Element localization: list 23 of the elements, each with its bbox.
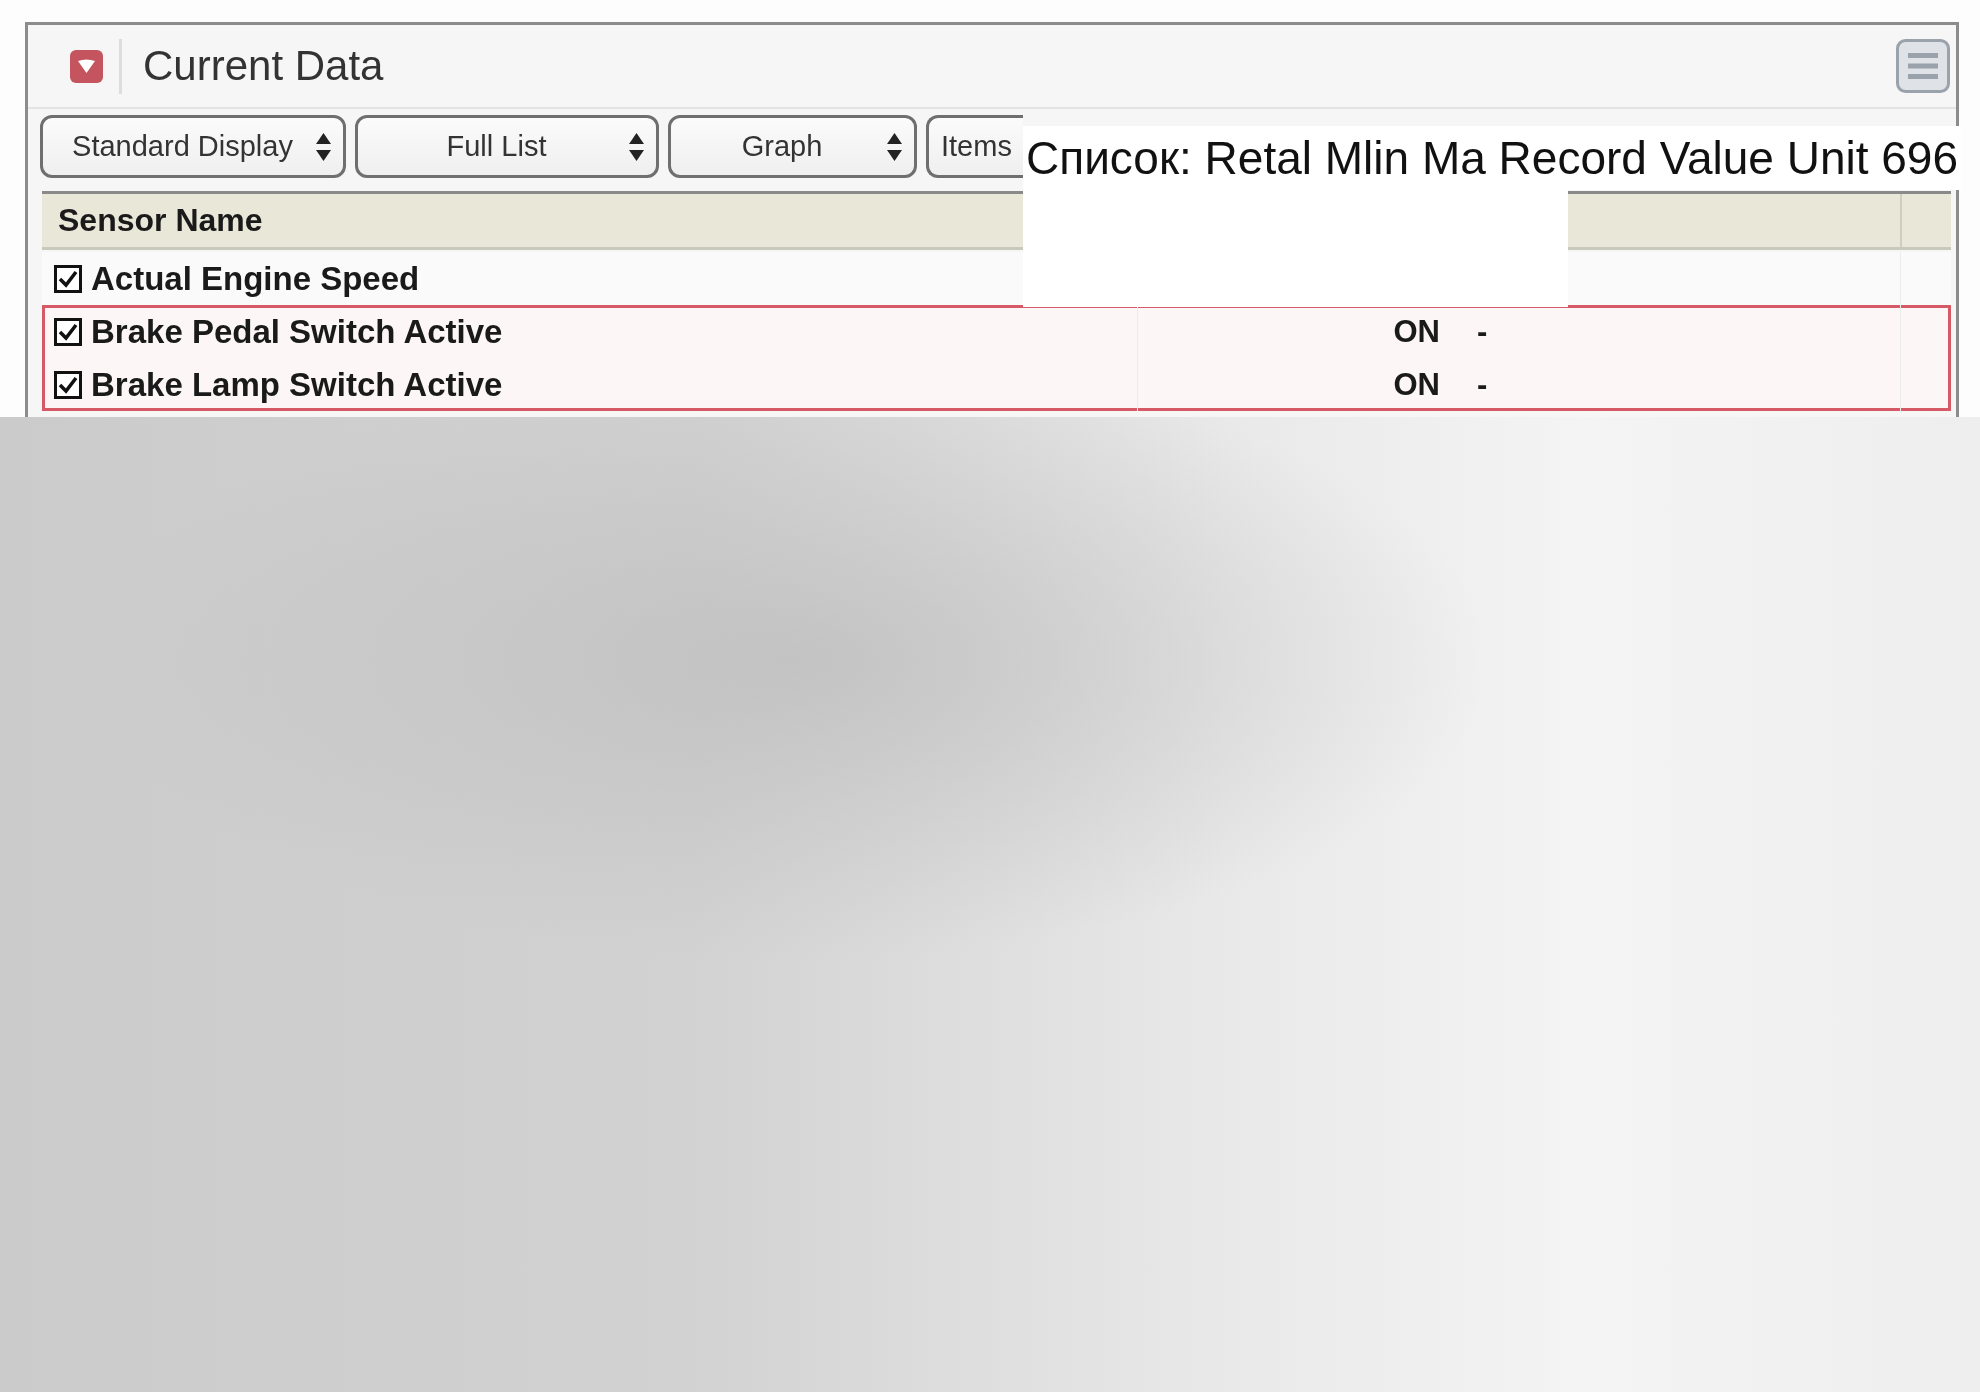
dropdown[interactable]: Graph: [668, 115, 917, 178]
unit-text: -: [1477, 313, 1488, 350]
triangle-down-icon[interactable]: [70, 49, 103, 83]
sensor-name: Actual Engine Speed: [91, 259, 420, 298]
unit-text: -: [1477, 366, 1488, 403]
sensor-name: Brake Lamp Switch Active: [91, 365, 503, 404]
checkbox[interactable]: [54, 317, 82, 346]
overlay-caption: Список: Retal Mlin Ma Record Value Unit 696: [1023, 126, 1961, 190]
table-row[interactable]: Brake Lamp Switch Active ON -: [42, 358, 1951, 411]
dropdown[interactable]: Full List: [355, 115, 659, 178]
value-text: ON: [1393, 366, 1440, 403]
toolbar-button[interactable]: Items: [926, 115, 1023, 178]
up-down-arrows-icon: [887, 132, 902, 161]
up-down-arrows-icon: [316, 132, 331, 161]
dropdown[interactable]: Standard Display: [40, 115, 346, 178]
up-down-arrows-icon: [629, 132, 644, 161]
checkbox[interactable]: [54, 264, 82, 293]
column-header: Sensor Name: [58, 202, 263, 239]
table-row[interactable]: Brake Pedal Switch Active ON -: [42, 305, 1951, 358]
value-text: ON: [1393, 313, 1440, 350]
checkbox[interactable]: [54, 370, 82, 399]
sensor-name: Brake Pedal Switch Active: [91, 312, 503, 351]
panel-title: Current Data: [143, 42, 384, 90]
